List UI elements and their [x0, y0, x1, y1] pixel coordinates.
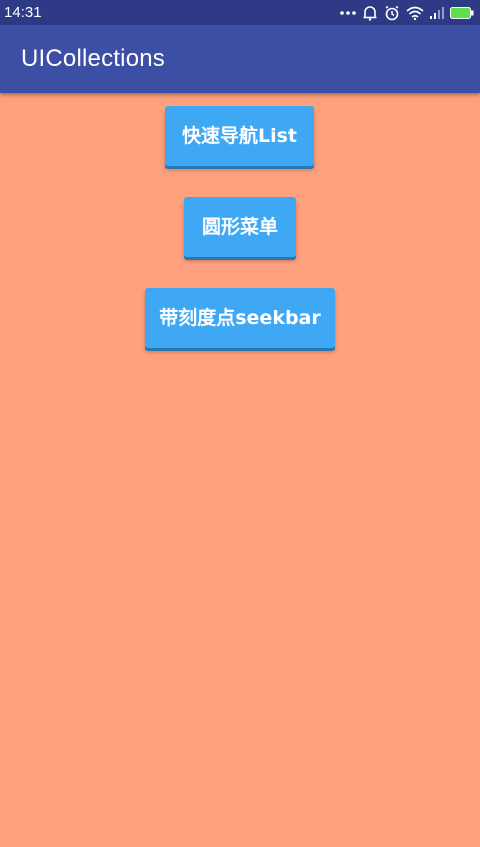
screen: 14:31 UICollections 快速导航List 圆形菜单 带刻度点se…: [0, 0, 480, 847]
status-bar: 14:31: [0, 0, 480, 25]
more-dots-icon: [340, 10, 356, 16]
app-title: UICollections: [21, 45, 165, 72]
battery-icon: [450, 6, 474, 19]
headset-icon: [384, 5, 400, 21]
signal-icon: [430, 6, 444, 19]
tick-seekbar-button[interactable]: 带刻度点seekbar: [145, 288, 335, 348]
app-bar: UICollections: [0, 25, 480, 93]
alarm-icon: [362, 5, 378, 21]
status-icons: [340, 4, 474, 21]
status-time: 14:31: [4, 4, 42, 21]
quick-nav-list-button[interactable]: 快速导航List: [165, 106, 314, 166]
wifi-icon: [406, 6, 424, 20]
circle-menu-button[interactable]: 圆形菜单: [184, 197, 296, 257]
